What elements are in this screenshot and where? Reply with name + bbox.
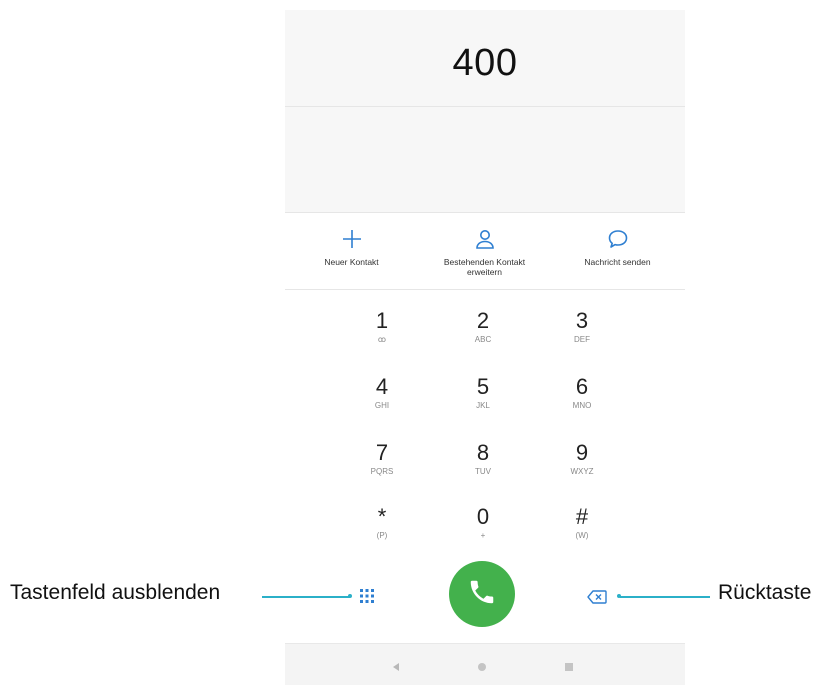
recents-icon[interactable] [564, 659, 574, 677]
call-button[interactable] [449, 561, 515, 627]
send-message-label: Nachricht senden [584, 257, 651, 267]
add-to-existing-contact-button[interactable]: Bestehenden Kontakt erweitern [418, 227, 551, 277]
key-digit: 6 [575, 374, 589, 399]
back-icon[interactable] [391, 659, 401, 677]
new-contact-label: Neuer Kontakt [324, 257, 379, 267]
key-letters: DEF [574, 335, 590, 344]
key-letters: (W) [575, 531, 589, 540]
key-digit: # [575, 504, 589, 529]
key-6[interactable]: 6 MNO [522, 374, 642, 426]
backspace-leader-dot [617, 594, 621, 598]
key-9[interactable]: 9 WXYZ [522, 440, 642, 492]
backspace-icon[interactable] [587, 590, 607, 604]
message-bubble-icon [551, 227, 684, 251]
dialer-screen: 400 Neuer Kontakt Bestehenden Kontakt er… [285, 10, 685, 685]
add-to-existing-contact-label: Bestehenden Kontakt erweitern [443, 257, 526, 277]
hide-keypad-leader-dot [348, 594, 352, 598]
dialpad-grid-icon[interactable] [359, 588, 375, 604]
send-message-button[interactable]: Nachricht senden [551, 227, 684, 267]
system-navigation-bar [285, 643, 685, 685]
number-display: 400 [285, 10, 685, 212]
backspace-leader-line [620, 596, 710, 598]
plus-icon [285, 227, 418, 251]
backspace-callout: Rücktaste [718, 581, 812, 604]
display-divider [285, 106, 685, 107]
key-letters: MNO [572, 401, 592, 410]
key-letters: WXYZ [570, 467, 594, 476]
quick-actions: Neuer Kontakt Bestehenden Kontakt erweit… [285, 212, 685, 290]
new-contact-button[interactable]: Neuer Kontakt [285, 227, 418, 267]
dialed-number[interactable]: 400 [285, 42, 685, 85]
key-digit: 3 [575, 308, 589, 333]
person-icon [418, 227, 551, 251]
key-digit: 9 [575, 440, 589, 465]
hide-keypad-callout: Tastenfeld ausblenden [10, 581, 221, 604]
home-icon[interactable] [477, 659, 487, 677]
key-3[interactable]: 3 DEF [522, 308, 642, 360]
phone-icon [467, 577, 497, 612]
hide-keypad-leader-line [262, 596, 350, 598]
key-hash[interactable]: # (W) [522, 504, 642, 556]
